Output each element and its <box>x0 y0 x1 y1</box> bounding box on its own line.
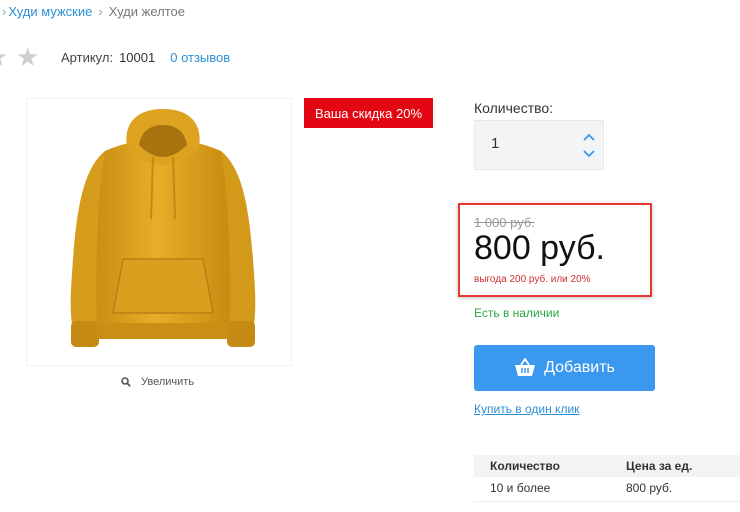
chevron-down-icon[interactable] <box>581 147 597 161</box>
chevron-up-icon[interactable] <box>581 130 597 144</box>
table-header-quantity: Количество <box>490 459 560 473</box>
star-icon[interactable]: ★ <box>16 44 39 70</box>
discount-badge: Ваша скидка 20% <box>304 98 433 128</box>
chevron-right-icon: › <box>98 4 103 19</box>
breadcrumb-current: Худи желтое <box>108 4 185 19</box>
product-image[interactable] <box>26 98 292 366</box>
old-price: 1 000 руб. <box>474 215 535 230</box>
current-price: 800 руб. <box>474 229 606 267</box>
quantity-label: Количество: <box>474 100 554 116</box>
quantity-stepper[interactable]: 1 <box>474 120 604 170</box>
breadcrumb-link-category[interactable]: Худи мужские <box>8 4 92 19</box>
hoodie-image <box>70 109 256 347</box>
price-block: 1 000 руб. 800 руб. выгода 200 руб. или … <box>458 203 652 297</box>
add-to-cart-label: Добавить <box>544 359 615 376</box>
sku-label: Артикул: <box>61 49 114 65</box>
table-header-unit-price: Цена за ед. <box>626 459 693 473</box>
sku-value: 10001 <box>119 49 156 65</box>
table-cell-quantity: 10 и более <box>490 481 551 495</box>
table-header: Количество Цена за ед. <box>474 455 740 477</box>
quantity-value[interactable]: 1 <box>491 135 499 152</box>
rating-stars[interactable]: ★ ★ <box>0 44 44 70</box>
zoom-label: Увеличить <box>141 376 195 388</box>
star-icon[interactable]: ★ <box>0 44 8 70</box>
chevron-right-icon: › <box>2 4 7 19</box>
buy-one-click-link[interactable]: Купить в один клик <box>474 402 579 416</box>
savings-text: выгода 200 руб. или 20% <box>474 274 591 285</box>
rating-row: ★ ★ Артикул: 10001 0 отзывов <box>0 44 230 70</box>
table-row: 10 и более 800 руб. <box>474 477 740 499</box>
quantity-price-table: Количество Цена за ед. 10 и более 800 ру… <box>474 455 740 502</box>
reviews-link[interactable]: 0 отзывов <box>170 50 230 65</box>
table-divider <box>474 501 740 502</box>
zoom-button[interactable]: Увеличить <box>121 376 194 388</box>
basket-icon <box>515 358 536 376</box>
add-to-cart-button[interactable]: Добавить <box>474 345 655 391</box>
search-icon <box>121 377 131 387</box>
breadcrumb: › Худи мужские › Худи желтое <box>0 4 185 19</box>
table-cell-unit-price: 800 руб. <box>626 481 673 495</box>
stock-status: Есть в наличии <box>474 306 560 320</box>
